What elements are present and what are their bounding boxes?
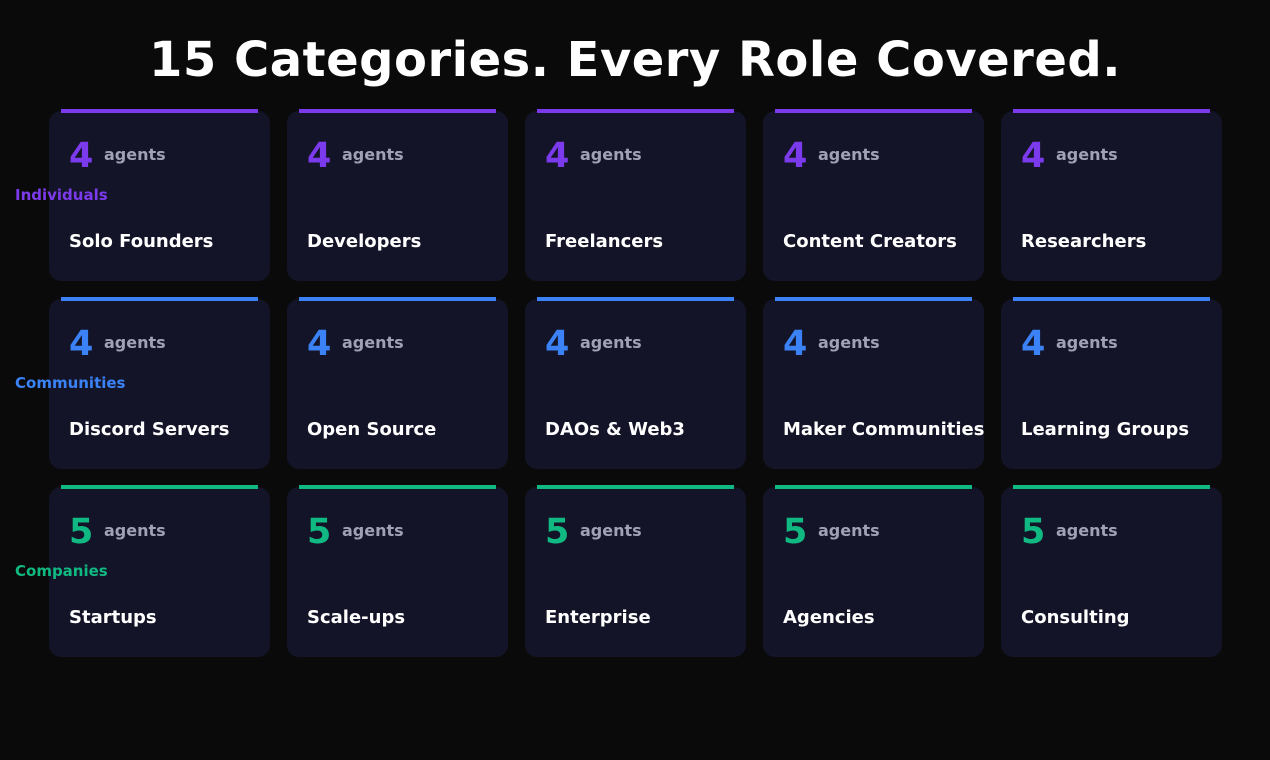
- category-name: Freelancers: [545, 231, 664, 252]
- category-card-freelancers[interactable]: 4 agents Freelancers: [525, 109, 746, 281]
- category-name: Startups: [69, 607, 157, 628]
- category-name: Enterprise: [545, 607, 651, 628]
- agent-count: 4: [783, 136, 808, 176]
- card-accent-bar: [299, 297, 496, 301]
- category-name: Maker Communities: [783, 419, 985, 440]
- card-accent-bar: [1013, 109, 1210, 113]
- agent-count: 4: [69, 136, 94, 176]
- category-card-agencies[interactable]: 5 agents Agencies: [763, 485, 984, 657]
- card-accent-bar: [775, 485, 972, 489]
- category-name: Open Source: [307, 419, 437, 440]
- category-card-content-creators[interactable]: 4 agents Content Creators: [763, 109, 984, 281]
- category-row-individuals: Individuals 4 agents Solo Founders 4 age…: [0, 109, 1270, 283]
- agent-unit: agents: [818, 333, 880, 352]
- category-card-learning-groups[interactable]: 4 agents Learning Groups: [1001, 297, 1222, 469]
- agent-count: 4: [545, 324, 570, 364]
- category-name: Discord Servers: [69, 419, 230, 440]
- row-label-communities: Communities: [15, 374, 126, 392]
- card-accent-bar: [537, 297, 734, 301]
- category-name: Content Creators: [783, 231, 957, 252]
- category-name: Scale-ups: [307, 607, 406, 628]
- category-name: DAOs & Web3: [545, 419, 685, 440]
- agent-count: 5: [69, 512, 94, 552]
- agent-unit: agents: [342, 145, 404, 164]
- category-row-communities: Communities 4 agents Discord Servers 4 a…: [0, 297, 1270, 471]
- agent-count: 5: [1021, 512, 1046, 552]
- agent-unit: agents: [818, 521, 880, 540]
- category-name: Learning Groups: [1021, 419, 1190, 440]
- category-card-daos-web3[interactable]: 4 agents DAOs & Web3: [525, 297, 746, 469]
- card-accent-bar: [299, 109, 496, 113]
- card-accent-bar: [1013, 297, 1210, 301]
- category-card-consulting[interactable]: 5 agents Consulting: [1001, 485, 1222, 657]
- agent-unit: agents: [104, 521, 166, 540]
- row-label-companies: Companies: [15, 562, 108, 580]
- card-accent-bar: [299, 485, 496, 489]
- page-title: 15 Categories. Every Role Covered.: [149, 32, 1121, 88]
- category-card-researchers[interactable]: 4 agents Researchers: [1001, 109, 1222, 281]
- category-name: Researchers: [1021, 231, 1147, 252]
- category-card-open-source[interactable]: 4 agents Open Source: [287, 297, 508, 469]
- category-card-developers[interactable]: 4 agents Developers: [287, 109, 508, 281]
- agent-count: 5: [307, 512, 332, 552]
- agent-count: 4: [307, 324, 332, 364]
- agent-unit: agents: [342, 333, 404, 352]
- card-accent-bar: [537, 485, 734, 489]
- card-accent-bar: [61, 485, 258, 489]
- category-card-scale-ups[interactable]: 5 agents Scale-ups: [287, 485, 508, 657]
- card-accent-bar: [61, 297, 258, 301]
- agent-unit: agents: [342, 521, 404, 540]
- agent-count: 4: [307, 136, 332, 176]
- category-name: Consulting: [1021, 607, 1130, 628]
- card-accent-bar: [537, 109, 734, 113]
- agent-count: 4: [783, 324, 808, 364]
- card-accent-bar: [775, 297, 972, 301]
- row-label-individuals: Individuals: [15, 186, 108, 204]
- card-accent-bar: [1013, 485, 1210, 489]
- category-row-companies: Companies 5 agents Startups 5 agents Sca…: [0, 485, 1270, 659]
- category-name: Agencies: [783, 607, 875, 628]
- category-name: Developers: [307, 231, 422, 252]
- agent-unit: agents: [104, 145, 166, 164]
- agent-unit: agents: [580, 521, 642, 540]
- agent-unit: agents: [1056, 521, 1118, 540]
- agent-unit: agents: [1056, 145, 1118, 164]
- agent-unit: agents: [580, 145, 642, 164]
- category-name: Solo Founders: [69, 231, 214, 252]
- agent-count: 5: [545, 512, 570, 552]
- agent-count: 4: [545, 136, 570, 176]
- agent-count: 4: [1021, 136, 1046, 176]
- agent-count: 5: [783, 512, 808, 552]
- category-card-enterprise[interactable]: 5 agents Enterprise: [525, 485, 746, 657]
- agent-count: 4: [1021, 324, 1046, 364]
- agent-count: 4: [69, 324, 94, 364]
- agent-unit: agents: [580, 333, 642, 352]
- agent-unit: agents: [818, 145, 880, 164]
- card-accent-bar: [61, 109, 258, 113]
- agent-unit: agents: [1056, 333, 1118, 352]
- category-card-maker-communities[interactable]: 4 agents Maker Communities: [763, 297, 985, 469]
- agent-unit: agents: [104, 333, 166, 352]
- card-accent-bar: [775, 109, 972, 113]
